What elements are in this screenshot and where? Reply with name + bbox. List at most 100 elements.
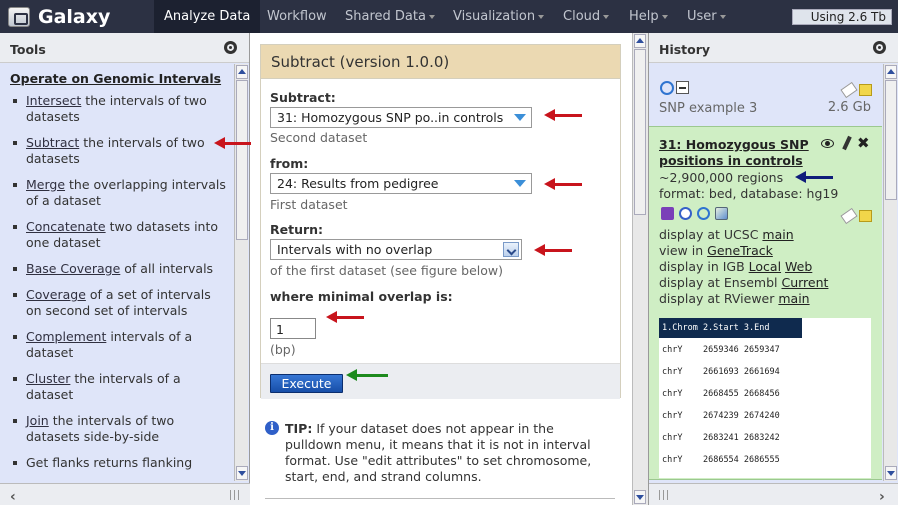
blue-arrow-annotation — [795, 171, 833, 183]
tool-link-intersect[interactable]: Intersect — [26, 93, 81, 108]
scroll-thumb[interactable] — [634, 49, 646, 215]
table-row: chrY 2683241 2683242 — [662, 433, 780, 443]
tag-icon[interactable] — [840, 81, 858, 98]
list-item: Subtract the intervals of two datasets — [10, 135, 228, 167]
dataset-format: format: bed, database: hg19 — [659, 186, 839, 201]
tool-link-merge[interactable]: Merge — [26, 177, 65, 192]
scroll-down-button[interactable] — [236, 466, 248, 480]
chevron-down-icon — [538, 14, 545, 19]
from-label: from: — [270, 156, 309, 171]
tip-label: TIP: — [285, 421, 313, 436]
table-row: chrY 2674239 2674240 — [662, 411, 780, 421]
tab-analyze-data[interactable]: Analyze Data — [154, 0, 261, 33]
info-icon[interactable] — [678, 207, 692, 220]
tool-link-get-flanks[interactable]: Get flanks returns flanking — [26, 455, 192, 470]
overlap-input[interactable]: 1 — [270, 318, 316, 339]
brand[interactable]: Galaxy — [0, 0, 110, 33]
tool-link-cluster[interactable]: Cluster — [26, 371, 70, 386]
dataset-peek: 1.Chrom 2.Start 3.End chrY 2659346 26593… — [659, 318, 871, 478]
save-icon[interactable] — [661, 207, 674, 220]
overlap-label: where minimal overlap is: — [270, 289, 453, 304]
tool-panel-title: Tools — [10, 42, 46, 57]
display-igb: display in IGB Local Web — [659, 259, 813, 274]
resize-grip-icon[interactable] — [230, 490, 239, 500]
collapse-left-icon[interactable]: ‹ — [10, 489, 16, 505]
tab-shared-data[interactable]: Shared Data — [335, 0, 445, 33]
history-scrollbar[interactable] — [883, 64, 897, 481]
return-select[interactable]: Intervals with no overlap — [270, 239, 522, 260]
red-arrow-annotation — [544, 109, 582, 121]
scroll-thumb[interactable] — [236, 80, 248, 240]
link-rviewer-main[interactable]: main — [778, 291, 809, 306]
arrow-up-icon — [238, 69, 246, 74]
from-select[interactable]: 24: Results from pedigree — [270, 173, 532, 194]
center-scrollbar[interactable] — [632, 33, 648, 505]
scroll-up-button[interactable] — [885, 65, 897, 79]
chevron-down-icon — [661, 14, 668, 19]
tool-form-title: Subtract (version 1.0.0) — [261, 45, 620, 79]
dataset-title[interactable]: 31: Homozygous SNP positions in controls — [659, 137, 819, 169]
tool-panel-scrollbar[interactable] — [234, 64, 248, 481]
tag-icon[interactable] — [840, 207, 858, 224]
tool-list: Intersect the intervals of two datasets … — [10, 93, 228, 481]
tab-visualization[interactable]: Visualization — [443, 0, 554, 33]
annotation-icon[interactable] — [859, 209, 872, 222]
display-rviewer: display at RViewer main — [659, 291, 810, 306]
subtract-label: Subtract: — [270, 90, 336, 105]
collapse-right-icon[interactable]: › — [879, 489, 885, 505]
center-panel: Subtract (version 1.0.0) Subtract: 31: H… — [251, 33, 632, 505]
tip-text: If your dataset does not appear in the p… — [285, 421, 592, 484]
refresh-icon[interactable] — [660, 80, 674, 95]
gear-icon[interactable] — [873, 41, 886, 54]
tab-help[interactable]: Help — [619, 0, 678, 33]
tool-link-subtract[interactable]: Subtract — [26, 135, 79, 150]
table-row: chrY 2659346 2659347 — [662, 345, 780, 355]
link-genetrack[interactable]: GeneTrack — [707, 243, 773, 258]
galaxy-logo-icon — [8, 6, 30, 27]
scroll-thumb[interactable] — [885, 80, 897, 200]
pencil-icon[interactable] — [842, 135, 852, 151]
tab-workflow[interactable]: Workflow — [257, 0, 337, 33]
tool-link-concatenate[interactable]: Concatenate — [26, 219, 106, 234]
rerun-icon[interactable] — [696, 207, 710, 220]
link-ucsc-main[interactable]: main — [762, 227, 793, 242]
scroll-down-button[interactable] — [634, 490, 646, 504]
scroll-down-button[interactable] — [885, 466, 897, 480]
collapse-icon[interactable] — [676, 81, 689, 94]
dropdown-button-icon — [503, 242, 519, 257]
eye-icon[interactable] — [821, 139, 834, 148]
execute-button[interactable]: Execute — [270, 374, 343, 393]
tool-link-join[interactable]: Join — [26, 413, 49, 428]
link-igb-web[interactable]: Web — [785, 259, 812, 274]
visualize-icon[interactable] — [714, 207, 728, 220]
chevron-down-icon — [428, 14, 435, 19]
chevron-down-icon — [719, 14, 726, 19]
delete-icon[interactable]: ✖ — [857, 134, 870, 152]
resize-grip-icon[interactable] — [659, 490, 668, 500]
annotation-icon[interactable] — [859, 83, 872, 96]
red-arrow-annotation — [534, 244, 572, 256]
tab-user[interactable]: User — [677, 0, 736, 33]
return-label: Return: — [270, 222, 324, 237]
tool-link-complement[interactable]: Complement — [26, 329, 106, 344]
scroll-up-button[interactable] — [236, 65, 248, 79]
tool-section-title[interactable]: Operate on Genomic Intervals — [10, 71, 221, 86]
gear-icon[interactable] — [224, 41, 237, 54]
list-item: Get flanks returns flanking — [10, 455, 228, 471]
list-item: Complement intervals of a dataset — [10, 329, 228, 361]
masthead: Galaxy Analyze Data Workflow Shared Data… — [0, 0, 898, 33]
table-row: chrY 2686554 2686555 — [662, 455, 780, 465]
view-genetrack: view in GeneTrack — [659, 243, 773, 258]
from-help: First dataset — [270, 197, 348, 212]
tab-cloud[interactable]: Cloud — [553, 0, 619, 33]
tool-panel: Tools Operate on Genomic Intervals Inter… — [0, 33, 252, 505]
scroll-up-button[interactable] — [634, 34, 646, 48]
link-igb-local[interactable]: Local — [749, 259, 781, 274]
link-ensembl-current[interactable]: Current — [781, 275, 828, 290]
history-name[interactable]: SNP example 3 — [659, 101, 757, 116]
arrow-down-icon — [238, 471, 246, 476]
display-ensembl: display at Ensembl Current — [659, 275, 829, 290]
subtract-select[interactable]: 31: Homozygous SNP po..in controls — [270, 107, 532, 128]
tool-link-coverage[interactable]: Coverage — [26, 287, 86, 302]
tool-link-base-coverage[interactable]: Base Coverage — [26, 261, 120, 276]
